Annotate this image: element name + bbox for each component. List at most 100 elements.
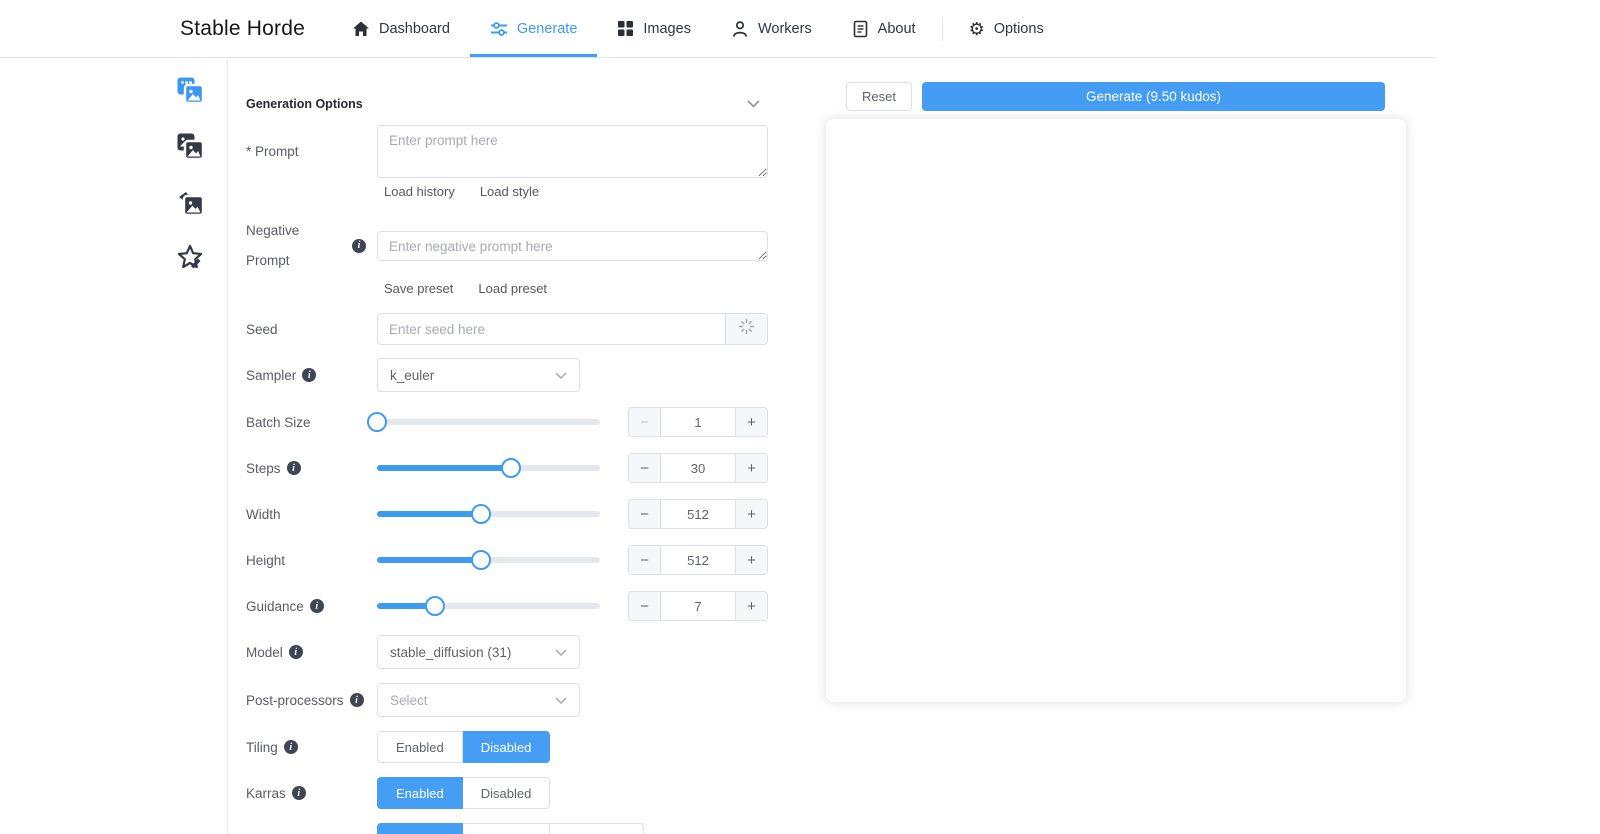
info-icon[interactable]: i	[352, 238, 366, 253]
decrement-button[interactable]: −	[629, 454, 661, 483]
seed-row: Seed	[246, 313, 768, 346]
actions-row: Reset Generate (9.50 kudos)	[826, 82, 1406, 111]
sampler-label: Sampler	[246, 367, 297, 383]
increment-button[interactable]: +	[735, 408, 767, 437]
info-icon[interactable]: i	[286, 461, 301, 476]
nsfw-enabled-button[interactable]: Enabled	[377, 823, 463, 834]
increment-button[interactable]: +	[735, 546, 767, 575]
prompt-control	[377, 125, 768, 178]
info-icon[interactable]: i	[309, 599, 324, 614]
generation-form: Generation Options * Prompt Load history…	[246, 58, 768, 834]
steps-row: Steps i − 30 +	[246, 453, 768, 484]
guidance-row: Guidance i − 7 +	[246, 591, 768, 622]
tiling-enabled-button[interactable]: Enabled	[377, 731, 463, 764]
nav-item-label: Options	[993, 20, 1044, 37]
height-value[interactable]: 512	[661, 546, 735, 574]
nsfw-disabled-button[interactable]: Disabled	[462, 823, 551, 834]
slider-handle[interactable]	[500, 458, 521, 479]
sidebar-item-text-to-image[interactable]	[175, 75, 205, 105]
info-icon[interactable]: i	[291, 786, 306, 801]
sliders-icon	[490, 20, 508, 38]
load-preset-button[interactable]: Load preset	[478, 281, 547, 296]
seed-input[interactable]	[378, 314, 725, 345]
post-processors-select[interactable]: Select	[377, 683, 580, 718]
karras-enabled-button[interactable]: Enabled	[377, 777, 463, 810]
width-value[interactable]: 512	[661, 500, 735, 528]
nsfw-toggle: Enabled Disabled Censored	[377, 823, 644, 834]
tiling-disabled-button[interactable]: Disabled	[462, 731, 551, 764]
sidebar-item-inpainting[interactable]	[175, 187, 205, 217]
nav-item-workers[interactable]: Workers	[711, 0, 832, 57]
guidance-value[interactable]: 7	[661, 592, 735, 620]
info-icon[interactable]: i	[302, 368, 317, 383]
nav-item-dashboard[interactable]: Dashboard	[332, 0, 470, 57]
increment-button[interactable]: +	[735, 500, 767, 529]
reset-button[interactable]: Reset	[846, 82, 912, 111]
guidance-stepper: − 7 +	[628, 591, 768, 622]
increment-button[interactable]: +	[735, 592, 767, 621]
negative-prompt-input[interactable]	[377, 230, 768, 261]
model-label: Model	[246, 644, 283, 660]
nav-item-about[interactable]: About	[832, 0, 936, 57]
slider-handle[interactable]	[424, 596, 445, 617]
height-slider[interactable]	[377, 545, 600, 575]
nav-item-options[interactable]: ⚙ Options	[949, 0, 1064, 57]
sidebar-item-rate-images[interactable]	[175, 243, 205, 273]
decrement-button[interactable]: −	[629, 592, 661, 621]
width-slider[interactable]	[377, 499, 600, 529]
increment-button[interactable]: +	[735, 454, 767, 483]
slider-handle[interactable]	[471, 504, 492, 525]
prompt-input[interactable]	[377, 125, 768, 178]
dice-random-icon	[738, 319, 755, 339]
nav-item-label: Generate	[516, 20, 578, 37]
post-processors-row: Post-processors i Select	[246, 683, 768, 718]
batch-size-slider[interactable]	[367, 407, 600, 437]
nav-item-label: Images	[643, 20, 691, 37]
sampler-select[interactable]: k_euler	[377, 358, 580, 393]
guidance-slider[interactable]	[377, 591, 600, 621]
info-icon[interactable]: i	[349, 693, 364, 708]
home-icon	[352, 20, 370, 38]
batch-size-value[interactable]: 1	[661, 408, 735, 436]
image-preview-panel	[826, 119, 1406, 702]
nav-item-images[interactable]: Images	[597, 0, 711, 57]
steps-value[interactable]: 30	[661, 454, 735, 482]
decrement-button[interactable]: −	[629, 500, 661, 529]
info-icon[interactable]: i	[283, 740, 298, 755]
sidebar-item-image-to-image[interactable]	[175, 131, 205, 161]
negative-prompt-label-cell: Negative Prompt i	[246, 216, 377, 275]
app-title[interactable]: Stable Horde	[180, 17, 305, 41]
nsfw-censored-button[interactable]: Censored	[550, 823, 644, 834]
guidance-label: Guidance	[246, 598, 304, 614]
prompt-label: * Prompt	[246, 144, 299, 159]
grid-icon	[617, 20, 634, 37]
tiling-label: Tiling	[246, 739, 278, 755]
person-icon	[731, 20, 749, 38]
slider-handle[interactable]	[367, 412, 387, 433]
batch-size-stepper: − 1 +	[628, 407, 768, 438]
generation-options-header[interactable]: Generation Options	[246, 94, 768, 114]
decrement-button[interactable]: −	[629, 546, 661, 575]
document-icon	[852, 20, 869, 38]
load-history-button[interactable]: Load history	[384, 184, 455, 199]
nav-divider	[941, 16, 943, 41]
save-preset-button[interactable]: Save preset	[384, 281, 453, 296]
steps-slider[interactable]	[377, 453, 600, 483]
info-icon[interactable]: i	[288, 645, 303, 660]
width-stepper: − 512 +	[628, 499, 768, 530]
generate-button[interactable]: Generate (9.50 kudos)	[921, 82, 1385, 111]
post-processors-label: Post-processors	[246, 692, 344, 708]
model-select[interactable]: stable_diffusion (31)	[377, 635, 580, 670]
karras-disabled-button[interactable]: Disabled	[462, 777, 551, 810]
nav-item-generate[interactable]: Generate	[469, 0, 598, 57]
batch-size-row: Batch Size − 1 +	[246, 407, 768, 438]
generation-options-title: Generation Options	[246, 97, 363, 111]
sampler-value: k_euler	[390, 367, 435, 383]
nsfw-row: NSFW Enabled Disabled Censored	[246, 823, 768, 834]
load-style-button[interactable]: Load style	[480, 184, 539, 199]
height-stepper: − 512 +	[628, 545, 768, 576]
decrement-button[interactable]: −	[629, 408, 661, 437]
slider-handle[interactable]	[471, 550, 492, 571]
randomize-seed-button[interactable]	[725, 314, 767, 345]
star-pencil-icon	[175, 244, 205, 277]
